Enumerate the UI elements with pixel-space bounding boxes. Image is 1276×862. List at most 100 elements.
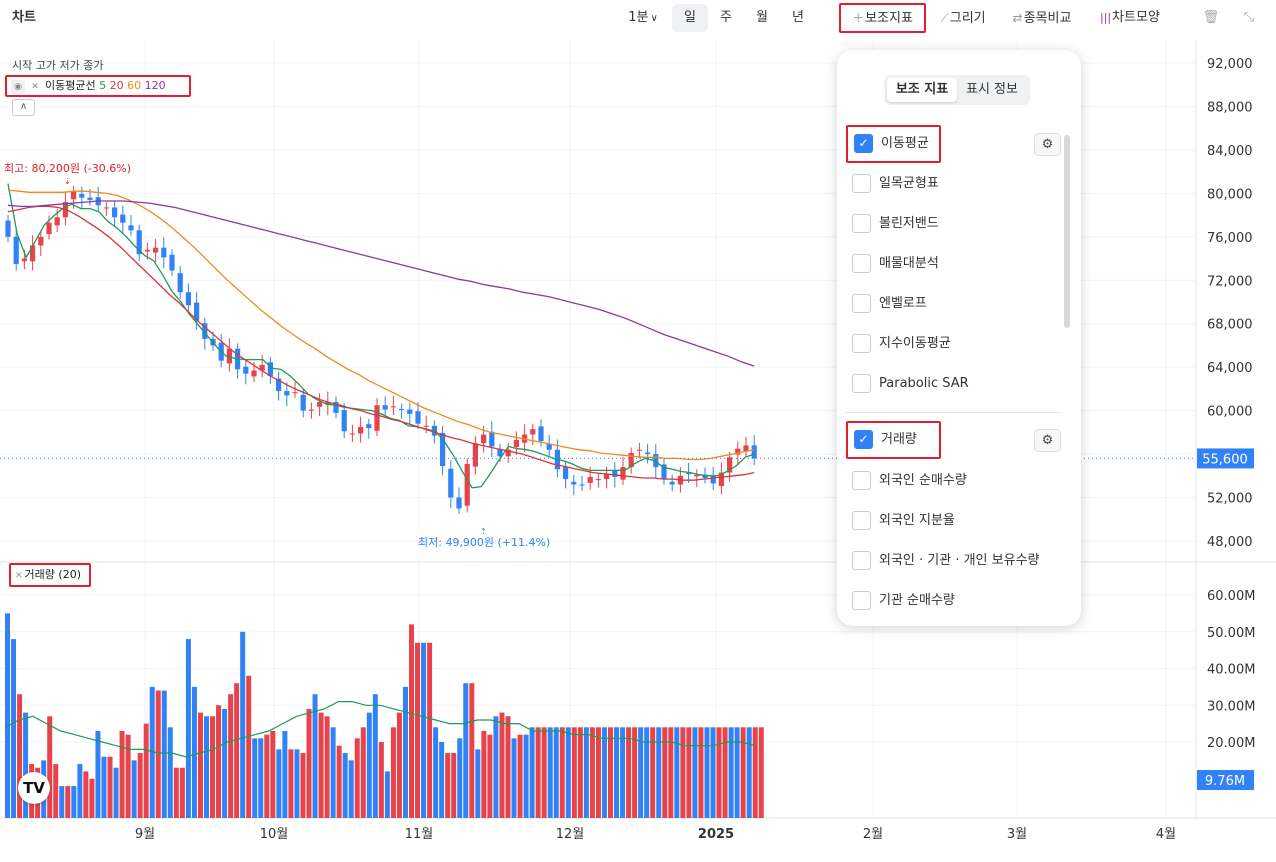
time-axis-label: 11월 xyxy=(405,827,434,842)
volume-bar xyxy=(173,767,179,818)
volume-bar xyxy=(475,749,481,818)
volume-bar xyxy=(656,727,662,818)
indicator-row[interactable]: 볼린저밴드 xyxy=(845,211,1065,241)
candle-body xyxy=(571,481,577,485)
candle-body xyxy=(46,222,52,235)
price-chart[interactable]: 92,000 88,000 84,000 80,000 76,000 72,000 68,0… xyxy=(0,0,1276,862)
volume-bar xyxy=(101,756,107,818)
checkbox-checked[interactable]: ✓ xyxy=(854,134,873,153)
volume-bar xyxy=(680,727,686,818)
volume-bar xyxy=(565,727,571,818)
candle-body xyxy=(472,443,478,467)
volume-bar xyxy=(722,727,728,818)
indicator-row[interactable]: 기관 순매수량 xyxy=(845,588,1065,618)
section-divider xyxy=(845,412,1061,413)
candle-body xyxy=(636,449,642,451)
candle-body xyxy=(489,431,495,447)
volume-bar xyxy=(372,694,378,818)
volume-axis-label: 50.00M xyxy=(1207,626,1255,641)
indicator-row[interactable]: Parabolic SAR xyxy=(845,371,1065,401)
indicator-row[interactable]: 일목균형표 xyxy=(845,171,1065,201)
volume-bar xyxy=(89,778,95,818)
volume-bar xyxy=(541,727,547,818)
checkbox[interactable] xyxy=(852,294,871,313)
tab-display-info[interactable]: 표시 정보 xyxy=(957,78,1027,102)
checkbox[interactable] xyxy=(852,591,871,610)
volume-bar xyxy=(620,727,626,818)
indicator-label: 지수이동평균 xyxy=(879,336,951,351)
indicator-row[interactable]: ✓ 이동평균 xyxy=(846,125,941,163)
popup-tabs: 보조 지표 표시 정보 xyxy=(884,75,1030,105)
volume-bar xyxy=(330,727,336,818)
checkbox[interactable] xyxy=(852,334,871,353)
indicator-row[interactable]: ✓ 거래량 xyxy=(846,421,941,459)
candle-body xyxy=(177,273,183,293)
candle-body xyxy=(374,405,380,431)
checkbox[interactable] xyxy=(852,551,871,570)
chevron-up-icon[interactable]: ∧ xyxy=(12,99,35,116)
volume-bar xyxy=(716,727,722,818)
tab-indicators[interactable]: 보조 지표 xyxy=(887,78,957,102)
candle-body xyxy=(366,424,372,429)
candle-body xyxy=(79,193,85,198)
volume-bar xyxy=(614,727,620,818)
checkbox[interactable] xyxy=(852,471,871,490)
volume-bar xyxy=(354,738,360,818)
gear-icon[interactable]: ⚙ xyxy=(1034,133,1061,156)
candle-body xyxy=(87,197,93,200)
volume-bar xyxy=(415,642,421,818)
volume-bar xyxy=(11,639,17,818)
indicator-row[interactable]: 외국인 지분율 xyxy=(845,508,1065,538)
candle-body xyxy=(587,476,593,483)
volume-legend-label: 거래량 (20) xyxy=(24,568,81,581)
close-icon[interactable]: ✕ xyxy=(28,80,42,94)
volume-bar xyxy=(746,727,752,818)
volume-bar xyxy=(427,642,433,818)
volume-bar xyxy=(125,734,131,818)
indicator-row[interactable]: 외국인 · 기관 · 개인 보유수량 xyxy=(845,548,1065,578)
volume-bar xyxy=(71,786,77,818)
checkbox[interactable] xyxy=(852,214,871,233)
gear-icon[interactable]: ⚙ xyxy=(1034,429,1061,452)
candle-body xyxy=(30,245,36,262)
candle-body xyxy=(243,366,249,374)
time-axis-label: 3월 xyxy=(1007,827,1027,842)
indicator-row[interactable]: 지수이동평균 xyxy=(845,331,1065,361)
volume-bar xyxy=(601,727,607,818)
popup-scrollbar[interactable] xyxy=(1064,135,1070,328)
checkbox-checked[interactable]: ✓ xyxy=(854,430,873,449)
volume-legend: ✕ 거래량 (20) xyxy=(9,563,91,587)
candle-body xyxy=(308,409,314,411)
volume-bar xyxy=(216,705,222,818)
volume-bar xyxy=(577,727,583,818)
volume-bar xyxy=(197,712,203,818)
tradingview-logo[interactable]: TV xyxy=(18,772,50,804)
close-icon[interactable]: ✕ xyxy=(15,571,23,581)
indicator-row[interactable]: 매물대분석 xyxy=(845,251,1065,281)
candle-body xyxy=(358,426,364,434)
volume-bar xyxy=(107,756,113,818)
volume-bar xyxy=(674,727,680,818)
candle-body xyxy=(300,394,306,411)
max-price-annotation: 최고: 80,200원 (-30.6%) xyxy=(4,162,131,175)
volume-bar xyxy=(203,716,209,818)
checkbox[interactable] xyxy=(852,511,871,530)
volume-bar xyxy=(451,753,457,818)
volume-bar xyxy=(95,730,101,818)
volume-bar xyxy=(342,753,348,818)
checkbox[interactable] xyxy=(852,374,871,393)
volume-bar xyxy=(258,738,264,818)
ma5-line xyxy=(7,183,755,489)
volume-bar xyxy=(294,749,300,818)
checkbox[interactable] xyxy=(852,174,871,193)
checkbox[interactable] xyxy=(852,254,871,273)
volume-bar xyxy=(698,727,704,818)
candle-body xyxy=(161,247,167,258)
price-axis-label: 84,000 xyxy=(1207,144,1253,159)
eye-off-icon[interactable]: ◉ xyxy=(11,80,25,94)
price-axis-label: 68,000 xyxy=(1207,318,1253,333)
indicator-row[interactable]: 외국인 순매수량 xyxy=(845,468,1065,498)
candle-body xyxy=(103,207,109,209)
candle-body xyxy=(284,391,290,396)
indicator-row[interactable]: 엔벨로프 xyxy=(845,291,1065,321)
